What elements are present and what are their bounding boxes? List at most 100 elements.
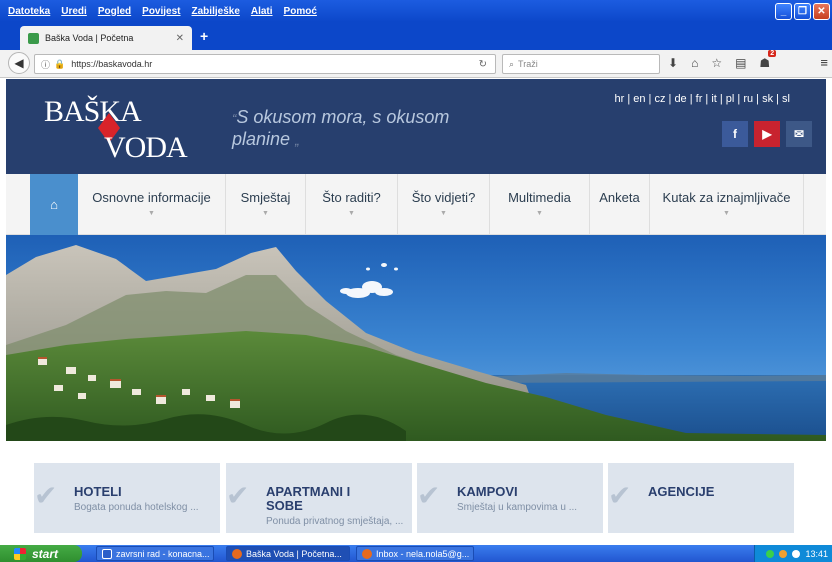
card-title: KAMPOVI [457, 484, 518, 499]
taskbar-item-word[interactable]: zavrsni rad - konacna... [96, 546, 214, 561]
card-apartmani-i-sobe[interactable]: ✔ APARTMANI I SOBE Ponuda privatnog smje… [226, 463, 412, 533]
nav-label: Što raditi? [322, 190, 381, 205]
menu-bar: Datoteka Uredi Pogled Povijest Zabilješk… [0, 0, 832, 22]
social-links: f ▶ ✉ [722, 121, 812, 147]
slogan-line-1: S okusom mora, s okusom [236, 107, 450, 127]
volume-icon[interactable] [792, 549, 801, 558]
card-subtitle: Ponuda privatnog smještaja, ... [266, 516, 404, 527]
menu-alati[interactable]: Alati [251, 6, 273, 17]
home-icon[interactable]: ⌂ [691, 56, 698, 70]
nav-multimedia[interactable]: Multimedia ▼ [490, 174, 590, 235]
hero-landscape-icon [6, 245, 826, 441]
checkmark-icon: ✔ [608, 480, 632, 511]
menu-uredi[interactable]: Uredi [61, 6, 87, 17]
url-bar[interactable]: ⓘ 🔒 https://baskavoda.hr ↻ [34, 54, 496, 74]
chevron-down-icon: ▼ [148, 210, 155, 217]
search-icon: ⌕ [509, 58, 515, 69]
navigation-bar: ◀ ⓘ 🔒 https://baskavoda.hr ↻ ⌕ Traži ⬇ ⌂… [0, 50, 832, 78]
chevron-down-icon: ▼ [536, 210, 543, 217]
nav-osnovne-informacije[interactable]: Osnovne informacije ▼ [78, 174, 226, 235]
menu-zabiljeske[interactable]: Zabilješke [192, 6, 240, 17]
site-header: BAŠKA VODA “S okusom mora, s okusom plan… [6, 79, 826, 174]
reload-icon[interactable]: ↻ [479, 59, 487, 70]
download-icon[interactable]: ⬇ [668, 56, 678, 70]
site-slogan: “S okusom mora, s okusom planine „ [232, 107, 492, 151]
card-hoteli[interactable]: ✔ HOTELI Bogata ponuda hotelskog ... [34, 463, 220, 533]
home-nav-icon: ⌂ [50, 197, 58, 212]
menu-datoteka[interactable]: Datoteka [8, 6, 50, 17]
start-label: start [32, 546, 59, 561]
toolbar-icons: ⬇ ⌂ ☆ ▤ ☗ 2 [668, 50, 777, 70]
nav-label: Smještaj [240, 190, 291, 205]
hero-banner-image [6, 235, 826, 441]
youtube-icon[interactable]: ▶ [754, 121, 780, 147]
chevron-down-icon: ▼ [262, 210, 269, 217]
menu-pomoc[interactable]: Pomoć [284, 6, 317, 17]
category-cards: ✔ HOTELI Bogata ponuda hotelskog ... ✔ A… [6, 441, 826, 545]
info-icon[interactable]: ⓘ [41, 58, 50, 71]
menu-pogled[interactable]: Pogled [98, 6, 131, 17]
card-kampovi[interactable]: ✔ KAMPOVI Smještaj u kampovima u ... [417, 463, 603, 533]
nav-sto-raditi[interactable]: Što raditi? ▼ [306, 174, 398, 235]
firefox-icon [362, 548, 372, 559]
taskbar-item-inbox[interactable]: Inbox - nela.nola5@g... [356, 546, 474, 561]
network-icon[interactable] [766, 549, 775, 558]
taskbar-item-label: zavrsni rad - konacna... [116, 548, 210, 559]
search-input[interactable]: ⌕ Traži [502, 54, 660, 74]
lock-icon: 🔒 [54, 58, 66, 69]
tab-baska-voda[interactable]: Baška Voda | Početna ✕ [20, 26, 192, 50]
nav-sto-vidjeti[interactable]: Što vidjeti? ▼ [398, 174, 490, 235]
chevron-down-icon: ▼ [440, 210, 447, 217]
close-window-icon[interactable]: ✕ [813, 3, 830, 20]
chevron-down-icon: ▼ [723, 210, 730, 217]
slogan-line-2: planine [232, 129, 291, 149]
facebook-icon[interactable]: f [722, 121, 748, 147]
nav-smjestaj[interactable]: Smještaj ▼ [226, 174, 306, 235]
logo-text-top: BAŠKA [44, 95, 142, 128]
menu-hamburger-icon[interactable]: ≡ [820, 55, 828, 70]
back-arrow-icon[interactable]: ◀ [8, 52, 30, 74]
search-placeholder: Traži [518, 59, 538, 69]
notification-count: 2 [768, 50, 777, 57]
home-nav-button[interactable]: ⌂ [30, 174, 78, 235]
site-favicon-icon [28, 32, 39, 44]
firefox-icon [232, 548, 242, 559]
logo-text-bottom: VODA [104, 131, 188, 164]
site-navigation: ⌂ Osnovne informacije ▼ Smještaj ▼ Što r… [6, 174, 826, 235]
url-text: https://baskavoda.hr [71, 59, 153, 69]
windows-flag-icon [14, 547, 26, 560]
checkmark-icon: ✔ [417, 480, 441, 511]
tab-title: Baška Voda | Početna [45, 33, 134, 43]
nav-label: Kutak za iznajmljivače [662, 190, 791, 205]
taskbar-item-label: Baška Voda | Početna... [246, 548, 342, 559]
minimize-icon[interactable]: _ [775, 3, 792, 20]
chevron-down-icon: ▼ [348, 210, 355, 217]
taskbar-item-label: Inbox - nela.nola5@g... [376, 548, 470, 559]
taskbar-item-firefox[interactable]: Baška Voda | Početna... [226, 546, 350, 561]
nav-label: Anketa [599, 190, 640, 205]
notifications-icon[interactable]: ☗ 2 [759, 50, 777, 70]
nav-kutak-za-iznajmljivace[interactable]: Kutak za iznajmljivače ▼ [650, 174, 804, 235]
restore-icon[interactable]: ❐ [794, 3, 811, 20]
checkmark-icon: ✔ [34, 480, 58, 511]
card-title: APARTMANI I SOBE [266, 484, 351, 513]
language-switcher[interactable]: hr | en | cz | de | fr | it | pl | ru | … [615, 93, 790, 105]
new-tab-icon[interactable]: + [200, 28, 208, 44]
tab-bar: Baška Voda | Početna ✕ + [0, 22, 832, 50]
nav-label: Osnovne informacije [92, 190, 211, 205]
window-controls: _ ❐ ✕ [775, 3, 830, 20]
nav-anketa[interactable]: Anketa [590, 174, 650, 235]
security-icon[interactable] [779, 549, 788, 558]
clock: 13:41 [805, 548, 828, 559]
windows-taskbar: start zavrsni rad - konacna... Baška Vod… [0, 545, 832, 562]
close-tab-icon[interactable]: ✕ [176, 33, 184, 44]
menu-povijest[interactable]: Povijest [142, 6, 180, 17]
bookmark-star-icon[interactable]: ☆ [711, 56, 722, 70]
email-icon[interactable]: ✉ [786, 121, 812, 147]
site-logo[interactable]: BAŠKA VODA [44, 91, 214, 169]
card-agencije[interactable]: ✔ AGENCIJE [608, 463, 794, 533]
bookmarks-library-icon[interactable]: ▤ [735, 56, 746, 70]
checkmark-icon: ✔ [226, 480, 250, 511]
start-button[interactable]: start [0, 545, 82, 562]
card-title: HOTELI [74, 484, 122, 499]
